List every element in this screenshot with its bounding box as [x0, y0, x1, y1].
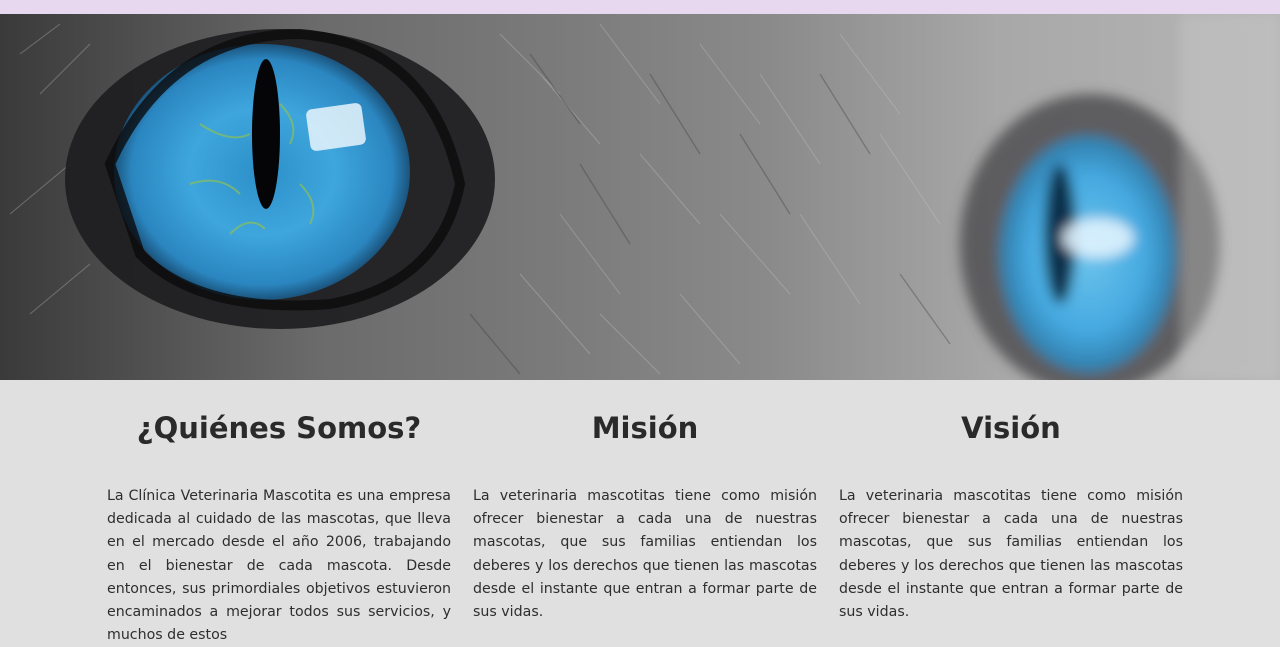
about-title: ¿Quiénes Somos? — [136, 411, 422, 445]
hero-image-cat-eyes — [0, 14, 1280, 380]
info-section: ¿Quiénes Somos? La Clínica Veterinaria M… — [0, 380, 1280, 643]
mission-text: La veterinaria mascotitas tiene como mis… — [473, 488, 817, 621]
top-strip — [0, 0, 1280, 14]
vision-title: Visión — [961, 411, 1061, 445]
mission-title: Misión — [591, 411, 699, 445]
about-text: La Clínica Veterinaria Mascotita es una … — [107, 488, 451, 644]
vision-text: La veterinaria mascotitas tiene como mis… — [839, 488, 1183, 621]
cat-eyes-illustration — [9, 14, 1280, 380]
